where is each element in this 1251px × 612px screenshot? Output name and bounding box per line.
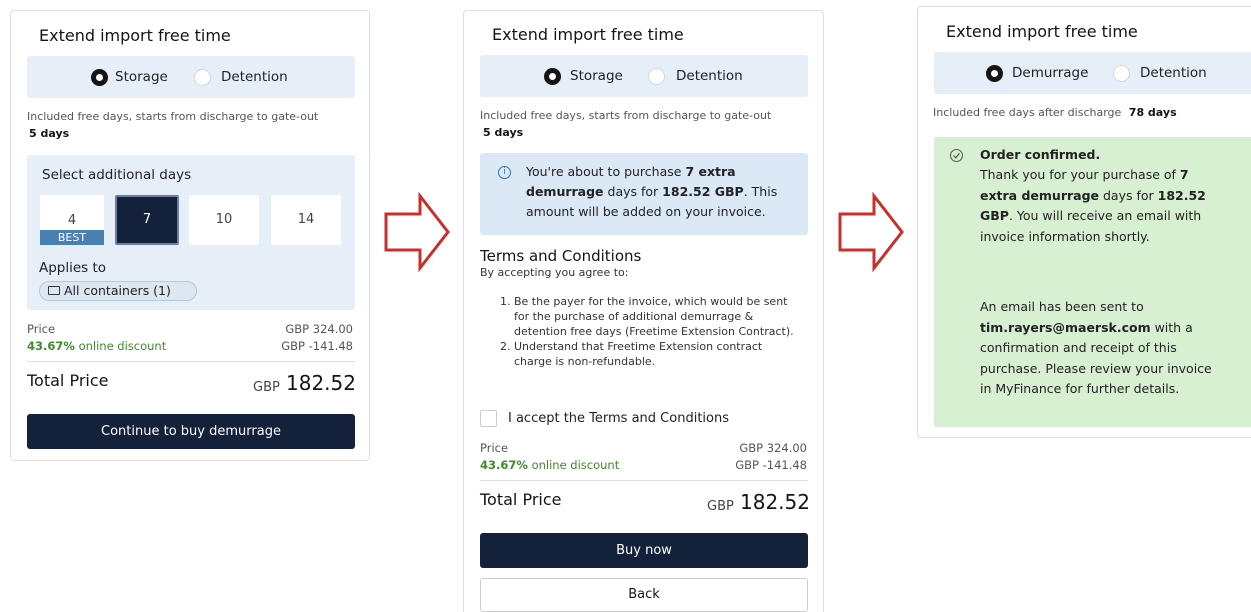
email-message: An email has been sent to tim.rayers@mae…	[980, 299, 1212, 396]
type-toggle: Demurrage Detention	[934, 52, 1251, 94]
discount-label: online discount	[78, 339, 167, 353]
discount-text: 43.67% online discount	[480, 458, 619, 472]
price-label: Price	[480, 441, 509, 455]
check-circle-icon	[950, 149, 963, 162]
container-icon	[48, 286, 60, 295]
discount-percent: 43.67%	[27, 339, 75, 353]
total-price-label: Total Price	[480, 490, 562, 509]
included-days: 5 days	[483, 126, 524, 139]
day-option-14[interactable]: 14	[271, 195, 341, 245]
containers-chip[interactable]: All containers (1)	[39, 281, 197, 301]
terms-item: Understand that Freetime Extension contr…	[514, 339, 800, 369]
terms-title: Terms and Conditions	[480, 247, 642, 265]
back-button[interactable]: Back	[480, 578, 808, 612]
divider	[27, 361, 355, 362]
panel-confirmation: Extend import free time Demurrage Detent…	[917, 6, 1251, 438]
total-price-value: 182.52	[740, 490, 810, 514]
total-currency: GBP	[253, 380, 280, 395]
accept-label[interactable]: I accept the Terms and Conditions	[508, 411, 729, 426]
price-value: GBP 324.00	[739, 441, 807, 455]
purchase-info: i You're about to purchase 7 extra demur…	[480, 153, 808, 235]
detention-label[interactable]: Detention	[676, 68, 743, 84]
included-text: Included free days, starts from discharg…	[27, 110, 319, 123]
arrow-right-icon	[384, 192, 450, 272]
continue-button[interactable]: Continue to buy demurrage	[27, 414, 355, 449]
confirmation-message: Thank you for your purchase of 7 extra d…	[980, 167, 1206, 244]
day-value: 4	[67, 213, 77, 228]
terms-item: Be the payer for the invoice, which woul…	[514, 294, 800, 339]
panel-title: Extend import free time	[946, 22, 1138, 41]
arrow-right-icon	[838, 192, 904, 272]
total-currency: GBP	[707, 499, 734, 514]
total-price-label: Total Price	[27, 371, 109, 390]
day-option-4[interactable]: 4 BEST	[40, 195, 104, 245]
included-text: Included free days after discharge 78 da…	[933, 106, 1177, 119]
divider	[480, 480, 808, 481]
additional-days-box: Select additional days 4 BEST 7 10 14 Ap…	[27, 155, 355, 310]
storage-label[interactable]: Storage	[570, 68, 623, 84]
detention-label[interactable]: Detention	[1140, 65, 1207, 81]
included-days: 78 days	[1128, 106, 1177, 119]
best-badge: BEST	[40, 230, 104, 245]
purchase-info-text: You're about to purchase 7 extra demurra…	[526, 164, 778, 219]
panel-title: Extend import free time	[492, 25, 684, 44]
detention-radio[interactable]	[1113, 65, 1130, 82]
storage-radio[interactable]	[544, 68, 561, 85]
price-value: GBP 324.00	[285, 322, 353, 336]
detention-radio[interactable]	[648, 68, 665, 85]
day-option-7[interactable]: 7	[115, 195, 179, 245]
terms-subtitle: By accepting you agree to:	[480, 266, 629, 279]
detention-label[interactable]: Detention	[221, 69, 288, 85]
type-toggle: Storage Detention	[480, 55, 808, 97]
panel-select-days: Extend import free time Storage Detentio…	[10, 10, 370, 461]
panel-title: Extend import free time	[39, 26, 231, 45]
discount-text: 43.67% online discount	[27, 339, 166, 353]
included-text: Included free days, starts from discharg…	[480, 109, 772, 122]
terms-list: Be the payer for the invoice, which woul…	[500, 294, 800, 369]
discount-label: online discount	[531, 458, 620, 472]
accept-checkbox[interactable]	[480, 410, 497, 427]
price-label: Price	[27, 322, 56, 336]
type-toggle: Storage Detention	[27, 56, 355, 98]
storage-label[interactable]: Storage	[115, 69, 168, 85]
panel-terms: Extend import free time Storage Detentio…	[463, 10, 824, 612]
demurrage-label[interactable]: Demurrage	[1012, 65, 1088, 81]
info-icon: i	[498, 166, 511, 179]
included-days: 5 days	[29, 127, 70, 140]
containers-chip-label: All containers (1)	[64, 283, 171, 298]
buy-now-button[interactable]: Buy now	[480, 533, 808, 568]
discount-value: GBP -141.48	[281, 339, 353, 353]
total-price-value: 182.52	[286, 371, 356, 395]
discount-percent: 43.67%	[480, 458, 528, 472]
order-confirmation: Order confirmed. Thank you for your purc…	[934, 137, 1251, 427]
storage-radio[interactable]	[91, 69, 108, 86]
detention-radio[interactable]	[194, 69, 211, 86]
discount-value: GBP -141.48	[735, 458, 807, 472]
day-option-10[interactable]: 10	[189, 195, 259, 245]
applies-label: Applies to	[39, 260, 107, 276]
select-days-label: Select additional days	[42, 167, 192, 183]
confirmation-title: Order confirmed.	[980, 147, 1101, 162]
demurrage-radio[interactable]	[986, 65, 1003, 82]
